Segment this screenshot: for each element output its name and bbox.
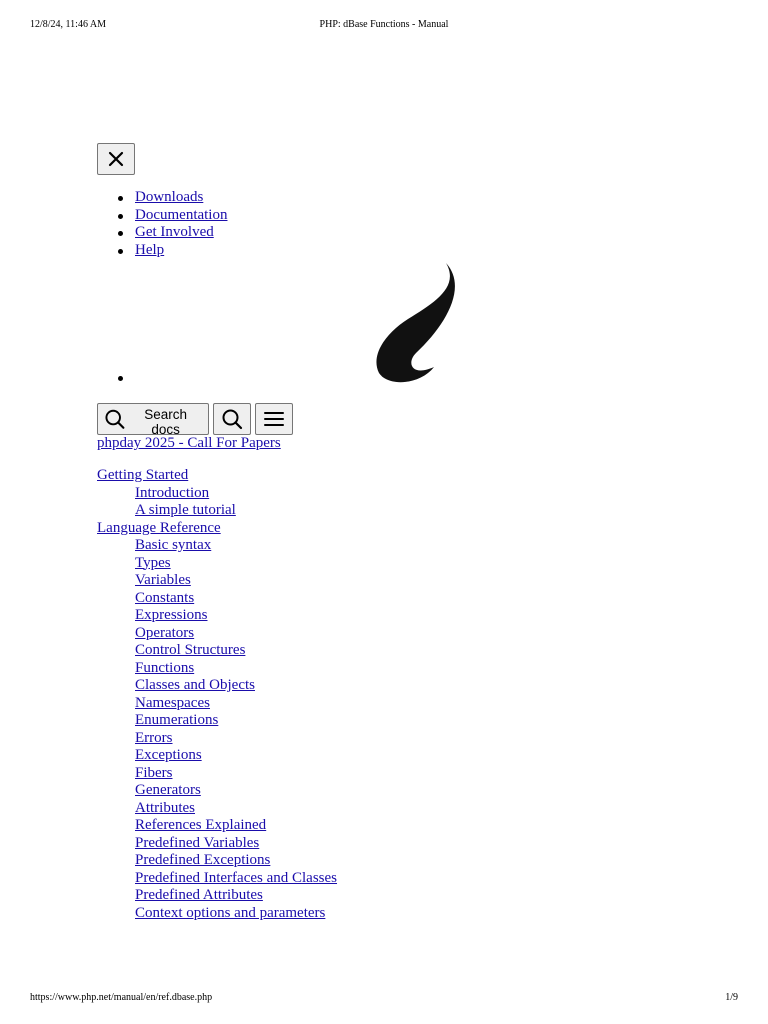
close-icon [108,151,124,167]
toc-link[interactable]: Types [97,555,337,573]
nav-item-documentation: Documentation [97,207,227,225]
toc-link[interactable]: Functions [97,660,337,678]
toc-link[interactable]: Exceptions [97,747,337,765]
toc-link[interactable]: Fibers [97,765,337,783]
promo-link[interactable]: phpday 2025 - Call For Papers [97,435,281,452]
close-menu-button[interactable] [97,143,135,175]
nav-link-get-involved[interactable]: Get Involved [135,224,214,240]
toc-link[interactable]: Enumerations [97,712,337,730]
toc-link[interactable]: Basic syntax [97,537,337,555]
php-logo-icon [376,263,455,383]
toc-link[interactable]: Predefined Exceptions [97,852,337,870]
print-footer: https://www.php.net/manual/en/ref.dbase.… [30,992,738,1003]
toc-link[interactable]: Operators [97,625,337,643]
list-bullet [118,376,123,381]
nav-link-downloads[interactable]: Downloads [135,189,203,205]
toc-link[interactable]: Variables [97,572,337,590]
nav-link-documentation[interactable]: Documentation [135,207,227,223]
toc-link[interactable]: Control Structures [97,642,337,660]
toc-link[interactable]: Errors [97,730,337,748]
toc-link[interactable]: Predefined Interfaces and Classes [97,870,337,888]
toc-link[interactable]: Predefined Attributes [97,887,337,905]
hamburger-menu-icon [264,412,284,426]
toc-link[interactable]: Context options and parameters [97,905,337,923]
search-icon [105,409,125,429]
search-icon [222,409,243,430]
toc-link[interactable]: Generators [97,782,337,800]
print-url: https://www.php.net/manual/en/ref.dbase.… [30,992,213,1003]
toc-link[interactable]: Expressions [97,607,337,625]
print-page-number: 1/9 [725,992,738,1003]
print-header: 12/8/24, 11:46 AM PHP: dBase Functions -… [30,19,738,30]
nav-link-help[interactable]: Help [135,242,164,258]
toc-link[interactable]: Predefined Variables [97,835,337,853]
toc-link[interactable]: Constants [97,590,337,608]
toc-link[interactable]: Classes and Objects [97,677,337,695]
print-page-title: PHP: dBase Functions - Manual [319,19,449,30]
toc-section-getting-started[interactable]: Getting Started [97,467,337,485]
manual-toc: Getting Started Introduction A simple tu… [97,467,337,922]
toc-link[interactable]: Introduction [97,485,337,503]
nav-item-get-involved: Get Involved [97,224,227,242]
nav-item-downloads: Downloads [97,189,227,207]
toc-link[interactable]: Attributes [97,800,337,818]
search-toolbar: Search docs [97,403,293,437]
toc-link[interactable]: A simple tutorial [97,502,337,520]
nav-item-help: Help [97,242,227,260]
toc-link[interactable]: Namespaces [97,695,337,713]
search-docs-label: Search docs [144,407,188,437]
menu-button[interactable] [255,403,293,435]
search-docs-button[interactable]: Search docs [97,403,209,437]
toc-section-language-reference[interactable]: Language Reference [97,520,337,538]
search-button[interactable] [213,403,251,435]
toc-language-reference-list: Basic syntax Types Variables Constants E… [97,537,337,922]
toc-getting-started-list: Introduction A simple tutorial [97,485,337,520]
toc-link[interactable]: References Explained [97,817,337,835]
main-nav: Downloads Documentation Get Involved Hel… [97,189,227,259]
